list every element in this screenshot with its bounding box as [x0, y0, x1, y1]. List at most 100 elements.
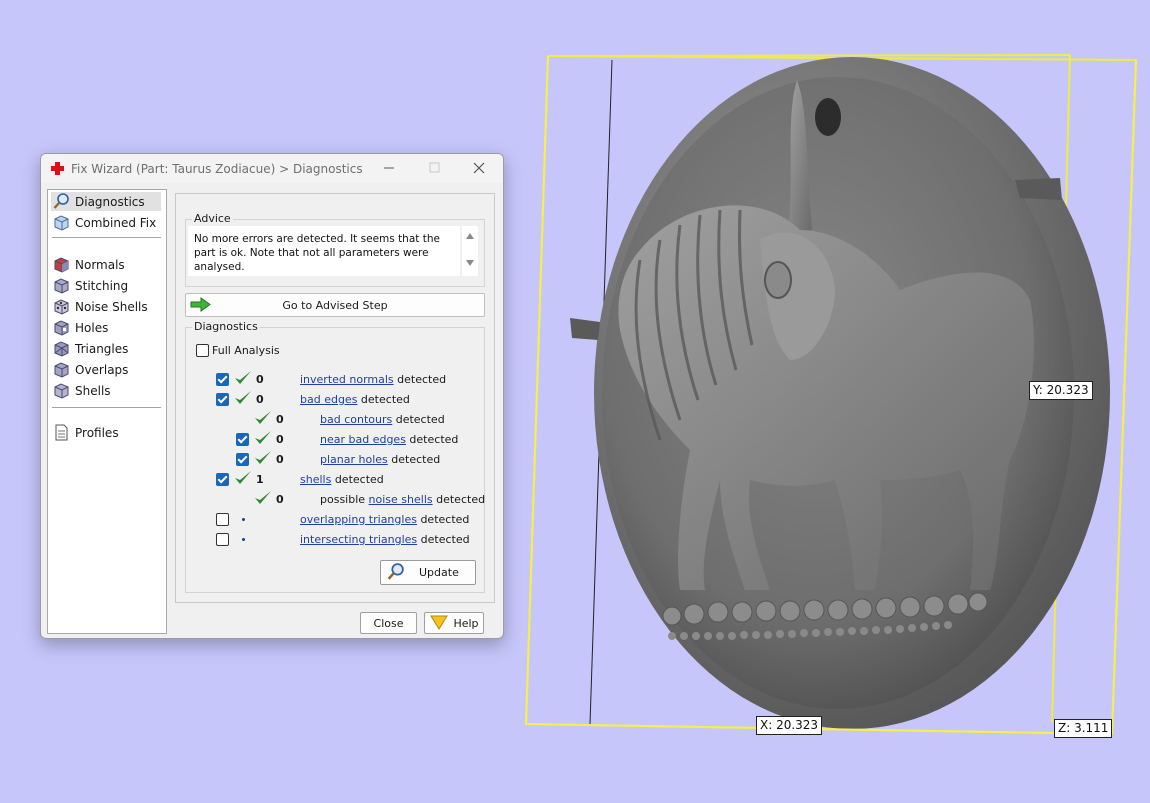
- z-dimension-label: Z: 3.111: [1054, 719, 1113, 738]
- planar-holes-link[interactable]: planar holes: [320, 453, 388, 466]
- update-button[interactable]: Update: [380, 560, 476, 585]
- advice-text: No more errors are detected. It seems th…: [188, 226, 460, 276]
- pending-dot-icon: [242, 518, 245, 521]
- go-to-advised-step-button[interactable]: Go to Advised Step: [185, 293, 485, 317]
- maximize-icon[interactable]: [422, 157, 446, 179]
- nav-item-profiles[interactable]: Profiles: [51, 423, 161, 442]
- help-label: Help: [453, 617, 479, 630]
- go-to-advised-step-label: Go to Advised Step: [282, 299, 388, 312]
- nav-item-shells[interactable]: Shells: [51, 381, 161, 400]
- near-bad-edges-link[interactable]: near bad edges: [320, 433, 406, 446]
- nav-item-diagnostics[interactable]: Diagnostics: [51, 192, 161, 211]
- scroll-down-icon[interactable]: [466, 260, 474, 266]
- overlapping-triangles-row: overlapping triangles detected: [300, 513, 470, 526]
- bad-edges-link[interactable]: bad edges: [300, 393, 357, 406]
- help-button[interactable]: Help: [424, 612, 484, 634]
- title-bar[interactable]: Fix Wizard (Part: Taurus Zodiacue) > Dia…: [41, 154, 503, 183]
- cube-icon: [54, 341, 69, 357]
- checkmark-icon: [255, 411, 271, 424]
- close-label: Close: [373, 617, 404, 630]
- intersecting-triangles-row: intersecting triangles detected: [300, 533, 470, 546]
- nav-label: Diagnostics: [75, 195, 145, 209]
- overlapping-triangles-link[interactable]: overlapping triangles: [300, 513, 417, 526]
- close-icon[interactable]: [467, 157, 491, 179]
- bad-contours-count: 0: [276, 413, 284, 426]
- diagnostics-title: Diagnostics: [192, 320, 260, 333]
- cube-icon: [54, 299, 69, 315]
- close-button[interactable]: Close: [360, 612, 417, 634]
- shells-link[interactable]: shells: [300, 473, 331, 486]
- bad-contours-link[interactable]: bad contours: [320, 413, 392, 426]
- inverted-normals-row: inverted normals detected: [300, 373, 447, 386]
- nav-divider: [52, 407, 161, 408]
- advice-group: Advice No more errors are detected. It s…: [185, 212, 485, 287]
- cube-icon: [54, 320, 69, 336]
- advice-scrollbar[interactable]: [462, 226, 478, 276]
- diagnostics-panel: Advice No more errors are detected. It s…: [175, 193, 495, 603]
- bad-edges-row: bad edges detected: [300, 393, 410, 406]
- nav-item-triangles[interactable]: Triangles: [51, 339, 161, 358]
- nav-item-overlaps[interactable]: Overlaps: [51, 360, 161, 379]
- checkmark-icon: [255, 451, 271, 464]
- checkmark-icon: [255, 431, 271, 444]
- near-bad-edges-count: 0: [276, 433, 284, 446]
- shells-row: shells detected: [300, 473, 384, 486]
- cube-icon: [54, 215, 69, 231]
- shells-count: 1: [256, 473, 264, 486]
- checkmark-icon: [235, 371, 251, 384]
- cube-icon: [54, 278, 69, 294]
- fix-wizard-window: Fix Wizard (Part: Taurus Zodiacue) > Dia…: [40, 153, 504, 639]
- window-title: Fix Wizard (Part: Taurus Zodiacue) > Dia…: [71, 162, 363, 176]
- nav-label: Triangles: [75, 342, 129, 356]
- planar-holes-checkbox[interactable]: [236, 453, 249, 466]
- nav-label: Combined Fix: [75, 216, 157, 230]
- full-analysis-checkbox[interactable]: [196, 344, 209, 357]
- red-cross-icon: [51, 162, 64, 175]
- nav-label: Normals: [75, 258, 125, 272]
- wizard-nav: Diagnostics Combined Fix Normals Stitchi…: [47, 189, 167, 634]
- noise-shells-row: possible noise shells detected: [320, 493, 486, 506]
- nav-item-combined-fix[interactable]: Combined Fix: [51, 213, 161, 232]
- cube-icon: [54, 383, 69, 399]
- nav-label: Profiles: [75, 426, 119, 440]
- magnifier-icon: [387, 563, 404, 580]
- cube-icon: [54, 362, 69, 378]
- noise-shells-link[interactable]: noise shells: [369, 493, 433, 506]
- nav-label: Noise Shells: [75, 300, 148, 314]
- document-icon: [55, 424, 68, 441]
- bad-edges-checkbox[interactable]: [216, 393, 229, 406]
- bad-edges-count: 0: [256, 393, 264, 406]
- nav-label: Holes: [75, 321, 109, 335]
- diagnostics-group: Diagnostics Full Analysis 0 inverted nor…: [185, 320, 486, 593]
- inverted-normals-link[interactable]: inverted normals: [300, 373, 394, 386]
- y-dimension-label: Y: 20.323: [1029, 381, 1093, 400]
- cube-icon: [54, 257, 69, 273]
- scroll-up-icon[interactable]: [466, 233, 474, 239]
- intersecting-triangles-link[interactable]: intersecting triangles: [300, 533, 417, 546]
- shells-checkbox[interactable]: [216, 473, 229, 486]
- advice-title: Advice: [192, 212, 233, 225]
- checkmark-icon: [235, 471, 251, 484]
- planar-holes-count: 0: [276, 453, 284, 466]
- nav-item-noise-shells[interactable]: Noise Shells: [51, 297, 161, 316]
- intersecting-triangles-checkbox[interactable]: [216, 533, 229, 546]
- x-dimension-label: X: 20.323: [756, 716, 823, 735]
- inverted-normals-count: 0: [256, 373, 264, 386]
- overlapping-triangles-checkbox[interactable]: [216, 513, 229, 526]
- nav-label: Overlaps: [75, 363, 129, 377]
- nav-item-stitching[interactable]: Stitching: [51, 276, 161, 295]
- magnifier-icon: [53, 193, 69, 209]
- minimize-icon[interactable]: [377, 157, 401, 179]
- checkmark-icon: [235, 391, 251, 404]
- nav-label: Stitching: [75, 279, 129, 293]
- inverted-normals-checkbox[interactable]: [216, 373, 229, 386]
- noise-shells-count: 0: [276, 493, 284, 506]
- full-analysis-label: Full Analysis: [212, 344, 280, 357]
- checkmark-icon: [255, 491, 271, 504]
- nav-label: Shells: [75, 384, 111, 398]
- near-bad-edges-row: near bad edges detected: [320, 433, 459, 446]
- nav-item-holes[interactable]: Holes: [51, 318, 161, 337]
- nav-item-normals[interactable]: Normals: [51, 255, 161, 274]
- planar-holes-row: planar holes detected: [320, 453, 441, 466]
- near-bad-edges-checkbox[interactable]: [236, 433, 249, 446]
